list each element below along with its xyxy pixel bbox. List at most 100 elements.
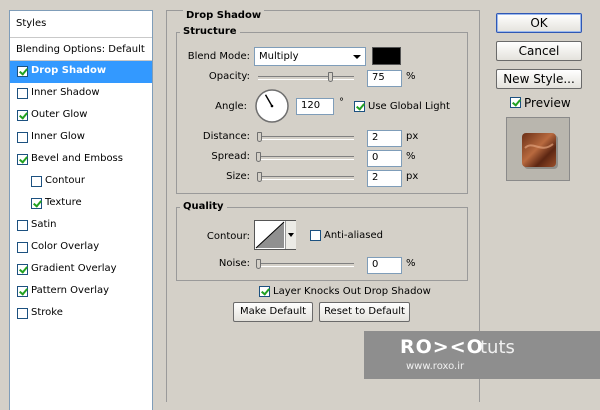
- opacity-slider-track[interactable]: [258, 76, 354, 80]
- watermark-banner: RO><O tuts www.roxo.ir: [364, 331, 600, 379]
- style-item-label: Contour: [45, 175, 85, 186]
- style-item-checkbox[interactable]: [17, 286, 28, 297]
- angle-dial[interactable]: [254, 88, 290, 124]
- preview-swatch-icon: [522, 133, 558, 169]
- use-global-light-label: Use Global Light: [368, 101, 450, 112]
- contour-label: Contour:: [206, 231, 250, 242]
- spread-unit: %: [406, 151, 416, 162]
- new-style-button[interactable]: New Style...: [496, 69, 582, 89]
- opacity-input[interactable]: 75: [367, 70, 402, 87]
- watermark-brand: RO><O: [400, 336, 484, 358]
- blend-mode-value: Multiply: [259, 51, 299, 62]
- noise-slider-track[interactable]: [258, 263, 354, 267]
- style-item-checkbox[interactable]: [17, 66, 28, 77]
- size-unit: px: [406, 171, 419, 182]
- style-item-label: Color Overlay: [31, 241, 100, 252]
- style-item-inner-shadow[interactable]: Inner Shadow: [10, 83, 152, 105]
- anti-aliased-checkbox[interactable]: [310, 230, 321, 241]
- angle-unit: °: [339, 97, 344, 108]
- style-item-checkbox[interactable]: [17, 308, 28, 319]
- spread-slider-track[interactable]: [258, 156, 354, 160]
- distance-unit: px: [406, 131, 419, 142]
- spread-label: Spread:: [211, 151, 250, 162]
- noise-unit: %: [406, 258, 416, 269]
- angle-label: Angle:: [215, 101, 247, 112]
- style-item-label: Drop Shadow: [31, 65, 107, 76]
- chevron-down-icon: [288, 233, 294, 237]
- cancel-button[interactable]: Cancel: [496, 41, 582, 61]
- style-item-checkbox[interactable]: [17, 132, 28, 143]
- opacity-label: Opacity:: [208, 71, 250, 82]
- style-item-pattern-overlay[interactable]: Pattern Overlay: [10, 281, 152, 303]
- watermark-url: www.roxo.ir: [406, 361, 465, 372]
- style-item-checkbox[interactable]: [17, 264, 28, 275]
- reset-to-default-button[interactable]: Reset to Default: [319, 302, 410, 322]
- noise-input[interactable]: 0: [367, 257, 402, 274]
- style-item-checkbox[interactable]: [31, 198, 42, 209]
- chevron-down-icon: [353, 55, 361, 59]
- drop-shadow-title: Drop Shadow: [183, 10, 265, 21]
- distance-label: Distance:: [202, 131, 250, 142]
- style-item-bevel-and-emboss[interactable]: Bevel and Emboss: [10, 149, 152, 171]
- style-item-checkbox[interactable]: [17, 154, 28, 165]
- knockout-checkbox[interactable]: [259, 286, 270, 297]
- style-item-label: Stroke: [31, 307, 63, 318]
- make-default-button[interactable]: Make Default: [233, 302, 313, 322]
- style-item-checkbox[interactable]: [31, 176, 42, 187]
- style-item-label: Bevel and Emboss: [31, 153, 123, 164]
- preview-checkbox[interactable]: [510, 97, 521, 108]
- size-slider-thumb[interactable]: [257, 172, 262, 182]
- knockout-label: Layer Knocks Out Drop Shadow: [273, 286, 431, 297]
- style-item-label: Inner Glow: [31, 131, 85, 142]
- style-item-label: Satin: [31, 219, 57, 230]
- preview-label: Preview: [524, 96, 571, 110]
- style-item-contour[interactable]: Contour: [10, 171, 152, 193]
- distance-slider-thumb[interactable]: [257, 132, 262, 142]
- styles-header-label: Styles: [16, 18, 47, 29]
- style-item-label: Inner Shadow: [31, 87, 100, 98]
- size-label: Size:: [226, 171, 250, 182]
- style-item-gradient-overlay[interactable]: Gradient Overlay: [10, 259, 152, 281]
- style-item-drop-shadow[interactable]: Drop Shadow: [10, 61, 152, 83]
- style-item-checkbox[interactable]: [17, 88, 28, 99]
- distance-slider-track[interactable]: [258, 136, 354, 140]
- quality-title: Quality: [180, 201, 227, 212]
- style-preview-thumbnail: [506, 117, 570, 181]
- spread-input[interactable]: 0: [367, 150, 402, 167]
- angle-input[interactable]: 120: [296, 98, 334, 115]
- opacity-unit: %: [406, 71, 416, 82]
- style-item-checkbox[interactable]: [17, 242, 28, 253]
- anti-aliased-label: Anti-aliased: [324, 230, 384, 241]
- style-item-label: Pattern Overlay: [31, 285, 110, 296]
- noise-label: Noise:: [218, 258, 250, 269]
- style-item-outer-glow[interactable]: Outer Glow: [10, 105, 152, 127]
- blending-options-label: Blending Options: Default: [16, 44, 145, 55]
- style-item-inner-glow[interactable]: Inner Glow: [10, 127, 152, 149]
- size-slider-track[interactable]: [258, 176, 354, 180]
- opacity-slider-thumb[interactable]: [328, 72, 333, 82]
- style-item-stroke[interactable]: Stroke: [10, 303, 152, 325]
- noise-slider-thumb[interactable]: [256, 259, 261, 269]
- quality-group: [176, 207, 468, 281]
- blend-mode-select[interactable]: Multiply: [254, 47, 366, 66]
- shadow-color-swatch[interactable]: [372, 47, 401, 65]
- distance-input[interactable]: 2: [367, 130, 402, 147]
- style-item-checkbox[interactable]: [17, 110, 28, 121]
- blending-options-item[interactable]: Blending Options: Default: [10, 39, 152, 61]
- use-global-light-checkbox[interactable]: [354, 101, 365, 112]
- style-item-checkbox[interactable]: [17, 220, 28, 231]
- ok-button[interactable]: OK: [496, 13, 582, 33]
- style-item-label: Gradient Overlay: [31, 263, 117, 274]
- contour-picker[interactable]: [254, 220, 296, 250]
- style-item-satin[interactable]: Satin: [10, 215, 152, 237]
- spread-slider-thumb[interactable]: [256, 152, 261, 162]
- styles-header[interactable]: Styles: [10, 11, 152, 38]
- size-input[interactable]: 2: [367, 170, 402, 187]
- style-item-label: Outer Glow: [31, 109, 88, 120]
- contour-curve-icon: [255, 221, 285, 249]
- style-item-color-overlay[interactable]: Color Overlay: [10, 237, 152, 259]
- style-item-label: Texture: [45, 197, 82, 208]
- structure-title: Structure: [180, 26, 240, 37]
- contour-dropdown-button[interactable]: [285, 221, 296, 249]
- style-item-texture[interactable]: Texture: [10, 193, 152, 215]
